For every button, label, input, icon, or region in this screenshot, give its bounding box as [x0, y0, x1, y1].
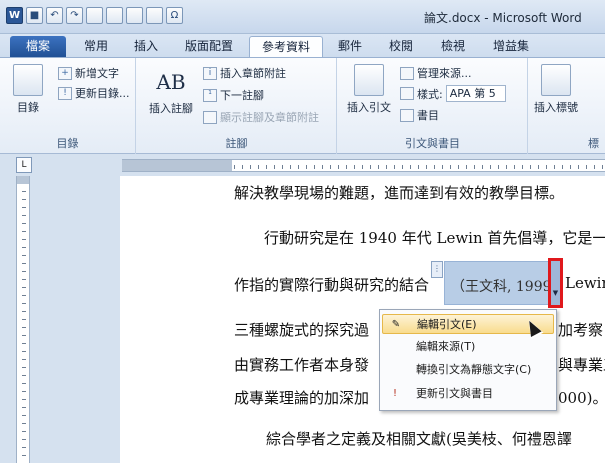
- toc-group: 目錄 + 新增文字 ! 更新目錄... 目錄: [0, 58, 136, 154]
- insert-footnote-button[interactable]: AB 插入註腳: [145, 64, 197, 116]
- doc-line-2: 行動研究是在 1940 年代 Lewin 首先倡導，它是一: [264, 229, 605, 247]
- doc-line-1: 解決教學現場的難題，進而達到有效的教學目標。: [234, 184, 565, 202]
- menu-update-citations[interactable]: ! 更新引文與書目: [382, 384, 554, 404]
- doc-line-6-tail: 000)。: [558, 389, 605, 407]
- footnotes-group: AB 插入註腳 i 插入章節附註 ¹ 下一註腳 顯示註腳及章節附註 註腳: [137, 58, 337, 154]
- style-selector[interactable]: 樣式: APA 第 5: [400, 85, 506, 102]
- toc-button[interactable]: 目錄: [8, 64, 48, 115]
- update-toc-icon: !: [58, 86, 72, 100]
- menu-convert-static-label: 轉換引文為靜態文字(C): [416, 363, 532, 376]
- menu-update-citations-label: 更新引文與書目: [416, 387, 493, 400]
- insert-citation-button[interactable]: 插入引文: [342, 64, 396, 115]
- undo-icon[interactable]: ↶: [46, 7, 63, 24]
- doc-line-5: 由實務工作者本身發: [234, 356, 370, 374]
- omega-symbol-icon[interactable]: Ω: [166, 7, 183, 24]
- footnotes-group-label: 註腳: [225, 137, 248, 150]
- next-footnote-icon: ¹: [203, 88, 217, 102]
- show-notes-label: 顯示註腳及章節附註: [220, 111, 319, 124]
- citations-group: 插入引文 管理來源... 樣式: APA 第 5 書目 引文與書目: [338, 58, 528, 154]
- window-title: 論文.docx - Microsoft Word: [424, 11, 582, 25]
- next-footnote-button[interactable]: ¹ 下一註腳: [203, 87, 264, 103]
- style-icon: [400, 87, 414, 100]
- manage-sources-label: 管理來源...: [417, 67, 472, 80]
- bibliography-label: 書目: [417, 109, 439, 122]
- citation-options-dropdown[interactable]: ▼: [548, 258, 563, 308]
- ribbon: 目錄 + 新增文字 ! 更新目錄... 目錄 AB 插入註腳 i 插入章節附註 …: [0, 57, 605, 154]
- add-text-label: 新增文字: [75, 67, 119, 80]
- horizontal-ruler[interactable]: [122, 159, 605, 172]
- citation-content-control[interactable]: ⋮ （王文科, 1999）: [431, 261, 566, 305]
- insert-footnote-label: 插入註腳: [149, 102, 193, 115]
- tab-addins[interactable]: 增益集: [484, 36, 538, 58]
- menu-convert-static[interactable]: 轉換引文為靜態文字(C): [382, 360, 554, 380]
- manage-sources-icon: [400, 66, 414, 80]
- doc-line-7: 綜合學者之定義及相關文獻(吳美枝、何禮恩譯: [266, 430, 572, 448]
- toc-group-label: 目錄: [56, 137, 79, 150]
- doc-line-3: 作指的實際行動與研究的結合: [234, 276, 430, 294]
- next-footnote-label: 下一註腳: [220, 89, 264, 102]
- word-app-icon[interactable]: W: [6, 7, 23, 24]
- insert-citation-label: 插入引文: [347, 101, 391, 114]
- menu-edit-source[interactable]: 編輯來源(T): [382, 337, 554, 357]
- insert-caption-icon: [541, 64, 571, 96]
- tab-layout[interactable]: 版面配置: [176, 36, 242, 58]
- tab-home[interactable]: 常用: [76, 36, 116, 58]
- update-citations-icon: !: [392, 388, 397, 399]
- save-icon[interactable]: ■: [26, 7, 43, 24]
- ruler-row: L: [0, 154, 605, 176]
- doc-line-4-tail: 加考察: [558, 321, 604, 339]
- show-notes-icon: [203, 110, 217, 124]
- insert-endnote-button[interactable]: i 插入章節附註: [203, 65, 286, 81]
- insert-caption-button[interactable]: 插入標號: [531, 64, 581, 115]
- update-toc-button[interactable]: ! 更新目錄...: [58, 85, 130, 101]
- content-control-handle-icon[interactable]: ⋮: [431, 261, 443, 278]
- dropdown-arrow-icon: ▼: [552, 289, 559, 297]
- doc-line-5-tail: 與專業工: [558, 356, 605, 374]
- tab-references[interactable]: 參考資料: [249, 36, 323, 58]
- toc-icon: [13, 64, 43, 96]
- doc-line-4: 三種螺旋式的探究過: [234, 321, 370, 339]
- edit-citation-icon: ✎: [391, 319, 401, 330]
- vertical-ruler[interactable]: [16, 176, 30, 463]
- tab-insert[interactable]: 插入: [126, 36, 166, 58]
- menu-edit-source-label: 編輯來源(T): [416, 340, 476, 353]
- footnote-ab-icon: AB: [156, 70, 186, 94]
- insert-caption-label: 插入標號: [534, 101, 578, 114]
- manage-sources-button[interactable]: 管理來源...: [400, 65, 472, 81]
- open-folder-icon[interactable]: [106, 7, 123, 24]
- tab-mailings[interactable]: 郵件: [330, 36, 370, 58]
- show-notes-button[interactable]: 顯示註腳及章節附註: [203, 109, 319, 125]
- bibliography-icon: [400, 108, 414, 122]
- bibliography-button[interactable]: 書目: [400, 107, 439, 123]
- new-doc-icon[interactable]: [86, 7, 103, 24]
- tab-selector[interactable]: L: [16, 157, 32, 173]
- endnote-icon: i: [203, 66, 217, 80]
- tab-review[interactable]: 校閱: [380, 36, 422, 58]
- captions-group-label: 標: [588, 137, 599, 150]
- add-text-button[interactable]: + 新增文字: [58, 65, 119, 81]
- style-label: 樣式:: [417, 87, 443, 101]
- insert-endnote-label: 插入章節附註: [220, 67, 286, 80]
- insert-citation-icon: [354, 64, 384, 96]
- table-icon[interactable]: [146, 7, 163, 24]
- style-dropdown[interactable]: APA 第 5: [445, 85, 506, 102]
- quick-access-toolbar: W ■ ↶ ↷ Ω: [6, 7, 183, 24]
- doc-line-3-tail: Lewin: [565, 274, 605, 292]
- toc-label: 目錄: [17, 101, 39, 114]
- add-text-icon: +: [58, 66, 72, 80]
- doc-line-6: 成專業理論的加深加: [234, 389, 370, 407]
- print-icon[interactable]: [126, 7, 143, 24]
- menu-edit-citation-label: 編輯引文(E): [417, 318, 477, 331]
- tab-file[interactable]: 檔案: [10, 36, 66, 58]
- ribbon-tab-bar: 檔案 常用 插入 版面配置 參考資料 郵件 校閱 檢視 增益集: [0, 34, 605, 58]
- title-bar: W ■ ↶ ↷ Ω 論文.docx - Microsoft Word: [0, 0, 605, 34]
- captions-group: 插入標號 標: [529, 58, 605, 154]
- redo-icon[interactable]: ↷: [66, 7, 83, 24]
- tab-view[interactable]: 檢視: [432, 36, 474, 58]
- update-toc-label: 更新目錄...: [75, 87, 130, 100]
- citations-group-label: 引文與書目: [405, 137, 460, 150]
